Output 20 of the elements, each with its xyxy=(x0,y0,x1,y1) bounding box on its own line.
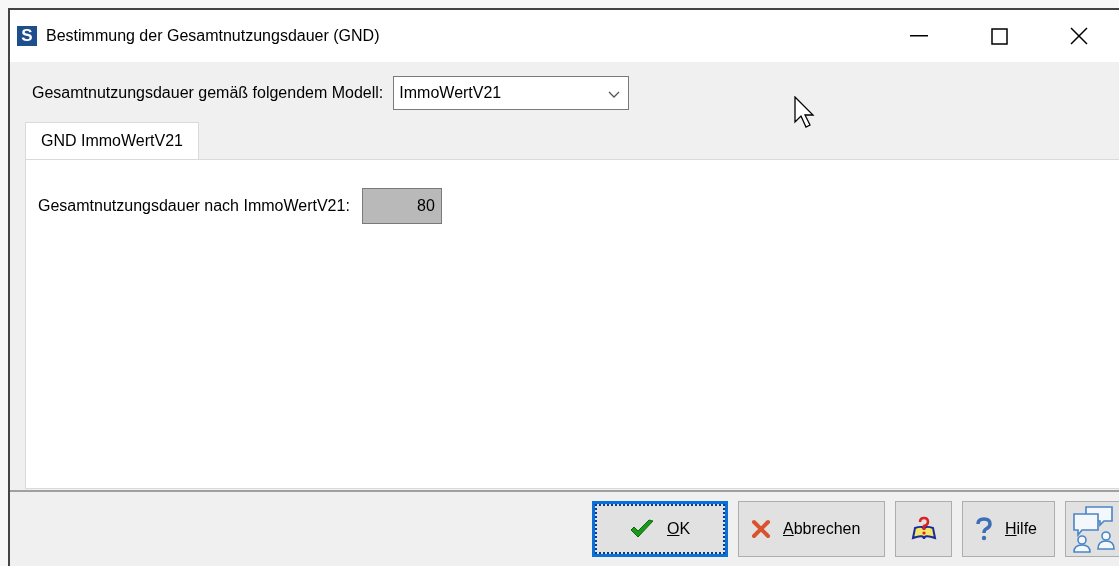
mouse-pointer-icon xyxy=(794,96,816,130)
checkmark-icon xyxy=(629,518,655,540)
maximize-icon xyxy=(990,27,1008,45)
cancel-button[interactable]: Abbrechen xyxy=(738,501,885,557)
ok-button[interactable]: OK xyxy=(592,501,728,557)
close-icon xyxy=(1070,27,1088,45)
app-logo: S xyxy=(17,26,37,46)
chevron-down-icon xyxy=(608,91,621,98)
minimize-icon xyxy=(910,35,928,37)
window-title: Bestimmung der Gesamtnutzungsdauer (GND) xyxy=(46,27,381,45)
field-label: Gesamtnutzungsdauer nach ImmoWertV21: xyxy=(38,197,350,215)
manual-button[interactable] xyxy=(895,501,952,557)
support-button[interactable] xyxy=(1065,501,1119,557)
question-mark-icon xyxy=(975,517,993,541)
tab[interactable]: GND ImmoWertV21 xyxy=(25,122,199,159)
help-button[interactable]: Hilfe xyxy=(962,501,1055,557)
model-label: Gesamtnutzungsdauer gemäß folgendem Modell: xyxy=(32,84,384,102)
cross-icon xyxy=(751,519,771,539)
book-icon xyxy=(909,516,938,542)
model-dropdown[interactable]: ImmoWertV21 xyxy=(393,76,630,110)
